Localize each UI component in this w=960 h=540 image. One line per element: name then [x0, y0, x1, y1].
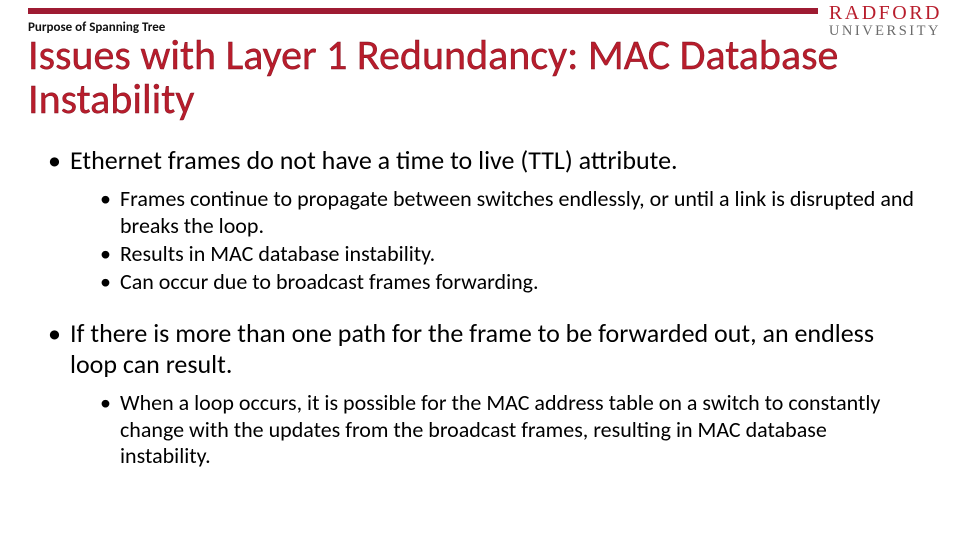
slide-title: Issues with Layer 1 Redundancy: MAC Data… — [28, 34, 908, 122]
bullet-level2: Can occur due to broadcast frames forwar… — [100, 269, 918, 295]
bullet-sublist: When a loop occurs, it is possible for t… — [100, 390, 918, 469]
bullet-level1: If there is more than one path for the f… — [48, 318, 918, 380]
header-rule — [28, 8, 818, 14]
bullet-level2: Frames continue to propagate between swi… — [100, 186, 918, 239]
bullet-level1: Ethernet frames do not have a time to li… — [48, 145, 918, 176]
bullet-level2: When a loop occurs, it is possible for t… — [100, 390, 918, 469]
bullet-level2: Results in MAC database instability. — [100, 241, 918, 267]
brand-top: RADFORD — [829, 4, 942, 23]
slide-body: Ethernet frames do not have a time to li… — [48, 145, 918, 491]
bullet-sublist: Frames continue to propagate between swi… — [100, 186, 918, 296]
